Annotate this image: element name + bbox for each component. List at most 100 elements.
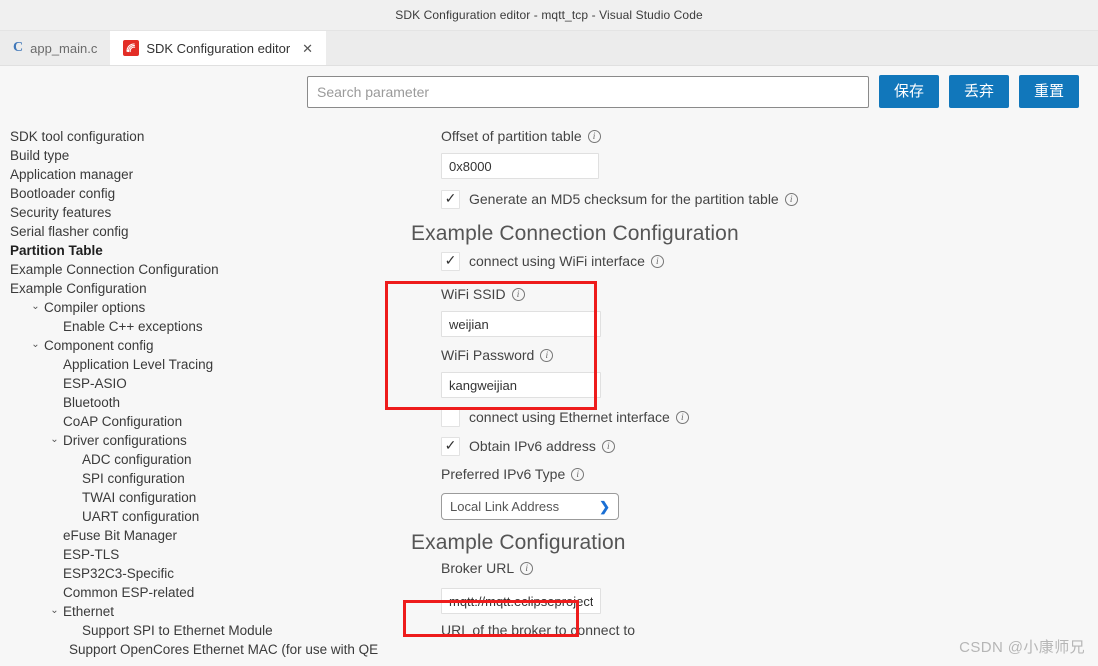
label-text: WiFi SSID: [441, 286, 506, 302]
offset-of-partition-table-input[interactable]: [441, 153, 599, 179]
wifi-ssid-input[interactable]: [441, 311, 601, 337]
sidebar-item-label: Build type: [10, 148, 70, 163]
sidebar-item[interactable]: ESP-TLS: [0, 545, 378, 564]
chevron-down-icon[interactable]: ⌄: [29, 301, 42, 312]
sidebar-item[interactable]: Bluetooth: [0, 393, 378, 412]
sidebar-item-label: Application manager: [10, 167, 134, 182]
obtain-ipv6-address-checkbox[interactable]: ✓: [441, 436, 460, 456]
label-text: Offset of partition table: [441, 128, 582, 144]
info-icon[interactable]: i: [587, 129, 601, 143]
wifi-password-label: WiFi Password i: [411, 344, 1098, 366]
sidebar-item[interactable]: SDK tool configuration: [0, 127, 378, 146]
info-icon[interactable]: i: [571, 467, 585, 481]
editor-toolbar: 保存 丢弃 重置: [0, 66, 1098, 117]
sidebar-item[interactable]: Enable C++ exceptions: [0, 317, 378, 336]
sidebar-item[interactable]: Example Configuration: [0, 279, 378, 298]
sidebar-item[interactable]: Example Connection Configuration: [0, 260, 378, 279]
info-icon[interactable]: i: [675, 410, 689, 424]
sidebar-item[interactable]: Common ESP-related: [0, 583, 378, 602]
info-icon[interactable]: i: [601, 439, 615, 453]
selected-option-label: Local Link Address: [450, 499, 560, 514]
sidebar-item-label: ESP32C3-Specific: [63, 566, 175, 581]
wifi-password-input[interactable]: [441, 372, 601, 398]
sidebar-item-label: Security features: [10, 205, 112, 220]
check-icon: ✓: [444, 252, 457, 268]
sidebar-item[interactable]: Support SPI to Ethernet Module: [0, 621, 378, 640]
tab-label: app_main.c: [30, 40, 98, 56]
connect-using-wifi-interface-checkbox[interactable]: ✓: [441, 251, 460, 271]
label-text: connect using Ethernet interface: [469, 409, 670, 425]
chevron-down-icon[interactable]: ⌄: [48, 434, 61, 445]
sidebar-item-label: Support SPI to Ethernet Module: [82, 623, 273, 638]
sidebar-item-label: TWAI configuration: [82, 490, 197, 505]
save-button[interactable]: 保存: [879, 75, 939, 108]
sidebar-item[interactable]: Build type: [0, 146, 378, 165]
sidebar-item-label: ESP-ASIO: [63, 376, 127, 391]
c-file-icon: C: [13, 40, 24, 55]
label-text: connect using WiFi interface: [469, 253, 645, 269]
sidebar-item[interactable]: Partition Table: [0, 241, 378, 260]
info-icon[interactable]: i: [520, 561, 534, 575]
editor-body: SDK tool configuration Build type Applicat…: [0, 117, 1098, 666]
sidebar-item[interactable]: ESP32C3-Specific: [0, 564, 378, 583]
search-input[interactable]: [307, 75, 869, 108]
discard-button[interactable]: 丢弃: [949, 75, 1009, 108]
info-icon[interactable]: i: [784, 192, 798, 206]
close-icon[interactable]: ✕: [302, 42, 313, 55]
watermark-text: CSDN @小康师兄: [959, 639, 1085, 656]
tab-sdk-configuration-editor[interactable]: SDK Configuration editor ✕: [110, 31, 327, 65]
tab-app-main-c[interactable]: C app_main.c: [0, 31, 111, 65]
info-icon[interactable]: i: [650, 254, 664, 268]
label-text: Broker URL: [441, 560, 515, 576]
offset-of-partition-table-label: Offset of partition table i: [411, 125, 1098, 147]
chevron-down-icon[interactable]: ⌄: [48, 605, 61, 616]
sidebar-item[interactable]: Serial flasher config: [0, 222, 378, 241]
sidebar-item[interactable]: ADC configuration: [0, 450, 378, 469]
preferred-ipv6-type-label: Preferred IPv6 Type i: [411, 463, 1098, 485]
sidebar-item-label: Partition Table: [10, 243, 103, 258]
sidebar-item[interactable]: Security features: [0, 203, 378, 222]
example-connection-configuration-heading: Example Connection Configuration: [411, 222, 739, 245]
sidebar-item-label: SDK tool configuration: [10, 129, 145, 144]
sidebar-item[interactable]: Support OpenCores Ethernet MAC (for use …: [0, 640, 378, 659]
sidebar-item[interactable]: CoAP Configuration: [0, 412, 378, 431]
reset-button[interactable]: 重置: [1019, 75, 1079, 108]
sidebar-item[interactable]: ⌄ Driver configurations: [0, 431, 378, 450]
chevron-down-icon[interactable]: ⌄: [29, 339, 42, 350]
tab-bar-empty-area: [326, 31, 1098, 65]
info-icon[interactable]: i: [511, 287, 525, 301]
connect-using-ethernet-interface-row[interactable]: connect using Ethernet interface i: [411, 404, 1098, 430]
sidebar-item-label: Driver configurations: [63, 433, 187, 448]
info-icon[interactable]: i: [540, 348, 554, 362]
example-configuration-heading: Example Configuration: [411, 531, 626, 554]
sidebar-item[interactable]: UART configuration: [0, 507, 378, 526]
sidebar-item[interactable]: ⌄ Compiler options: [0, 298, 378, 317]
sidebar-item[interactable]: eFuse Bit Manager: [0, 526, 378, 545]
sidebar-item-label: SPI configuration: [82, 471, 185, 486]
sidebar-item[interactable]: SPI configuration: [0, 469, 378, 488]
label-text: Obtain IPv6 address: [469, 438, 596, 454]
sidebar-item[interactable]: ESP-ASIO: [0, 374, 378, 393]
sidebar-item[interactable]: Application manager: [0, 165, 378, 184]
generate-md5-checksum-checkbox[interactable]: ✓: [441, 189, 460, 209]
obtain-ipv6-address-row[interactable]: ✓ Obtain IPv6 address i: [411, 433, 1098, 459]
sidebar-item-label: Example Connection Configuration: [10, 262, 219, 277]
check-icon: ✓: [444, 190, 457, 206]
label-text: Preferred IPv6 Type: [441, 466, 566, 482]
sidebar-item-label: ESP-TLS: [63, 547, 120, 562]
sidebar-item-label: eFuse Bit Manager: [63, 528, 178, 543]
sidebar-item[interactable]: ⌄ Ethernet: [0, 602, 378, 621]
sidebar-item[interactable]: Application Level Tracing: [0, 355, 378, 374]
connect-using-wifi-interface-row[interactable]: ✓ connect using WiFi interface i: [411, 248, 1098, 274]
sidebar-item[interactable]: ⌄ Component config: [0, 336, 378, 355]
preferred-ipv6-type-select[interactable]: Local Link Address ❯: [441, 493, 619, 520]
connect-using-ethernet-interface-checkbox[interactable]: [441, 407, 460, 427]
sidebar-item-label: Serial flasher config: [10, 224, 129, 239]
generate-md5-checksum-label: Generate an MD5 checksum for the partiti…: [469, 191, 798, 207]
sidebar-item[interactable]: Bootloader config: [0, 184, 378, 203]
sidebar-item-label: Support OpenCores Ethernet MAC (for use …: [69, 642, 378, 657]
broker-url-input[interactable]: [441, 588, 601, 614]
generate-md5-checksum-row[interactable]: ✓ Generate an MD5 checksum for the parti…: [411, 186, 1098, 212]
check-icon: ✓: [444, 437, 457, 453]
sidebar-item[interactable]: TWAI configuration: [0, 488, 378, 507]
